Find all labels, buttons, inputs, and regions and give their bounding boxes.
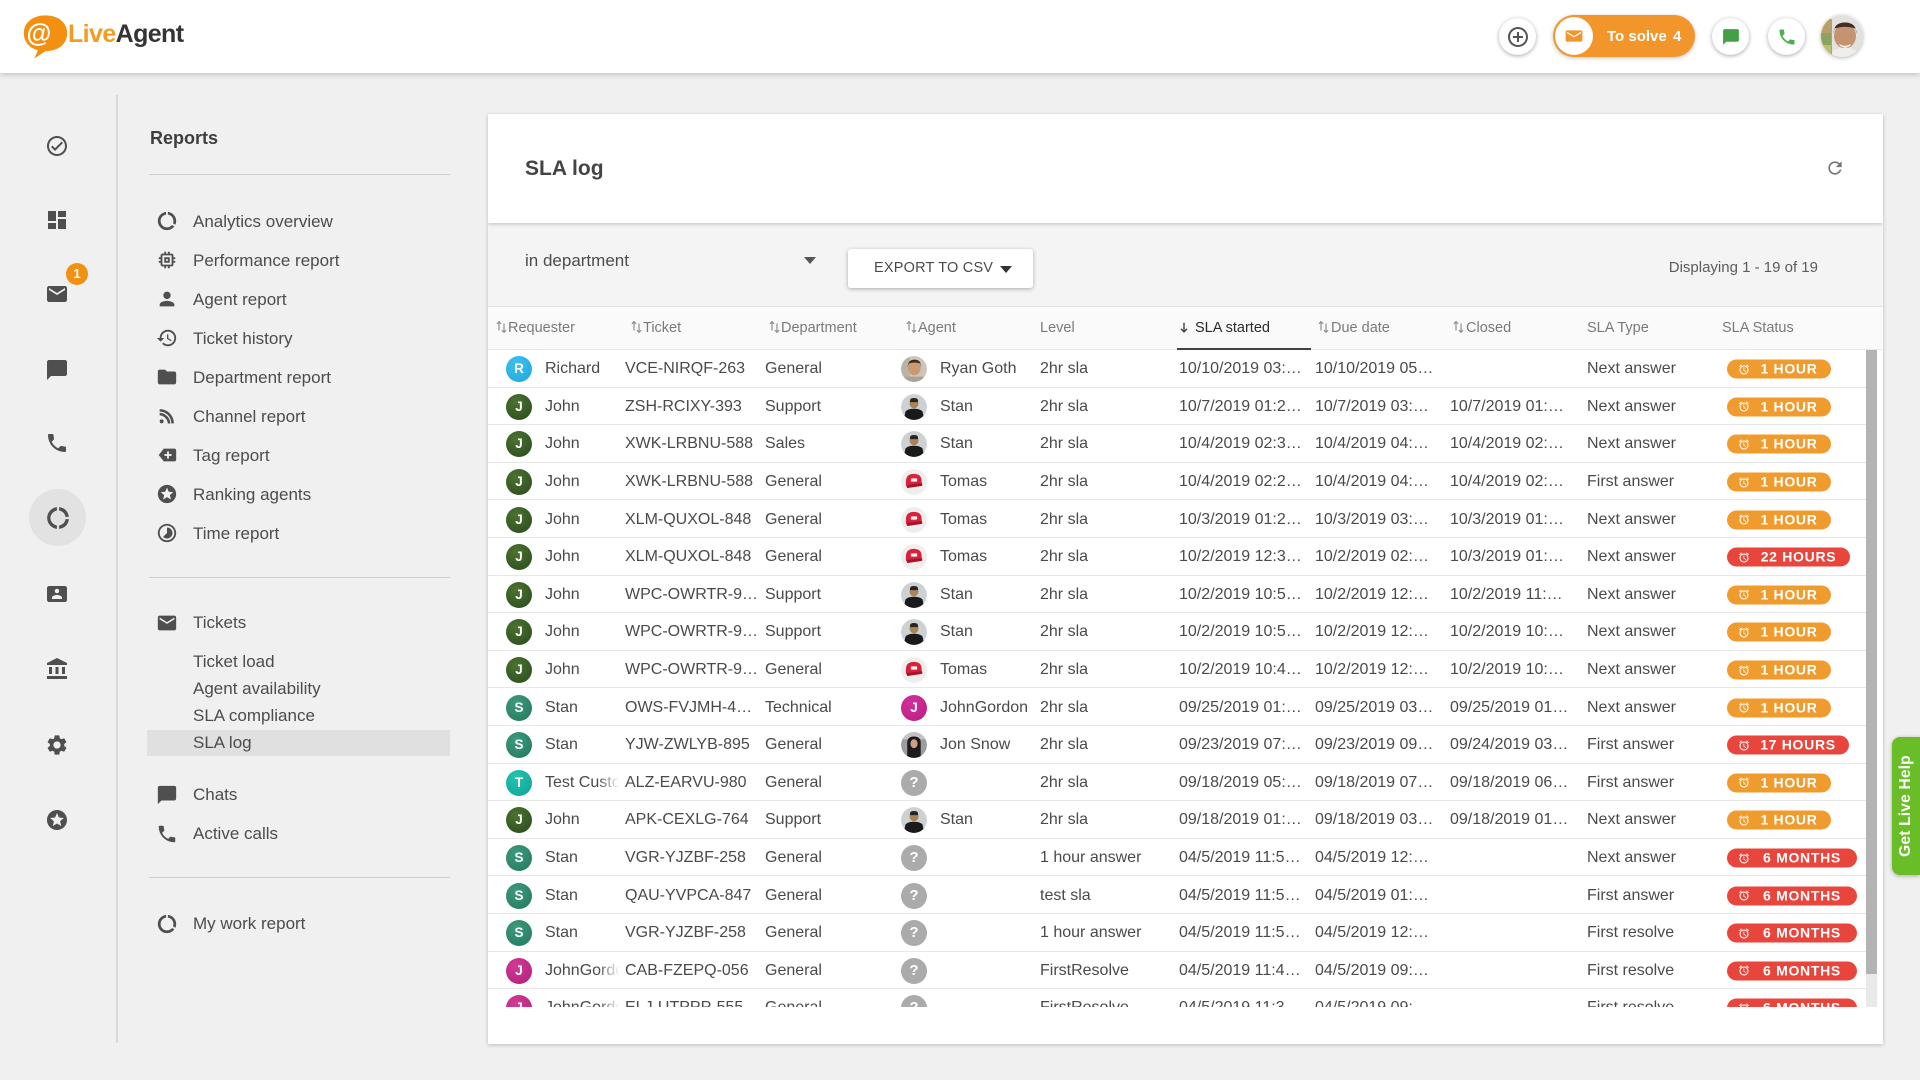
svg-text:@: @ [26, 20, 51, 48]
